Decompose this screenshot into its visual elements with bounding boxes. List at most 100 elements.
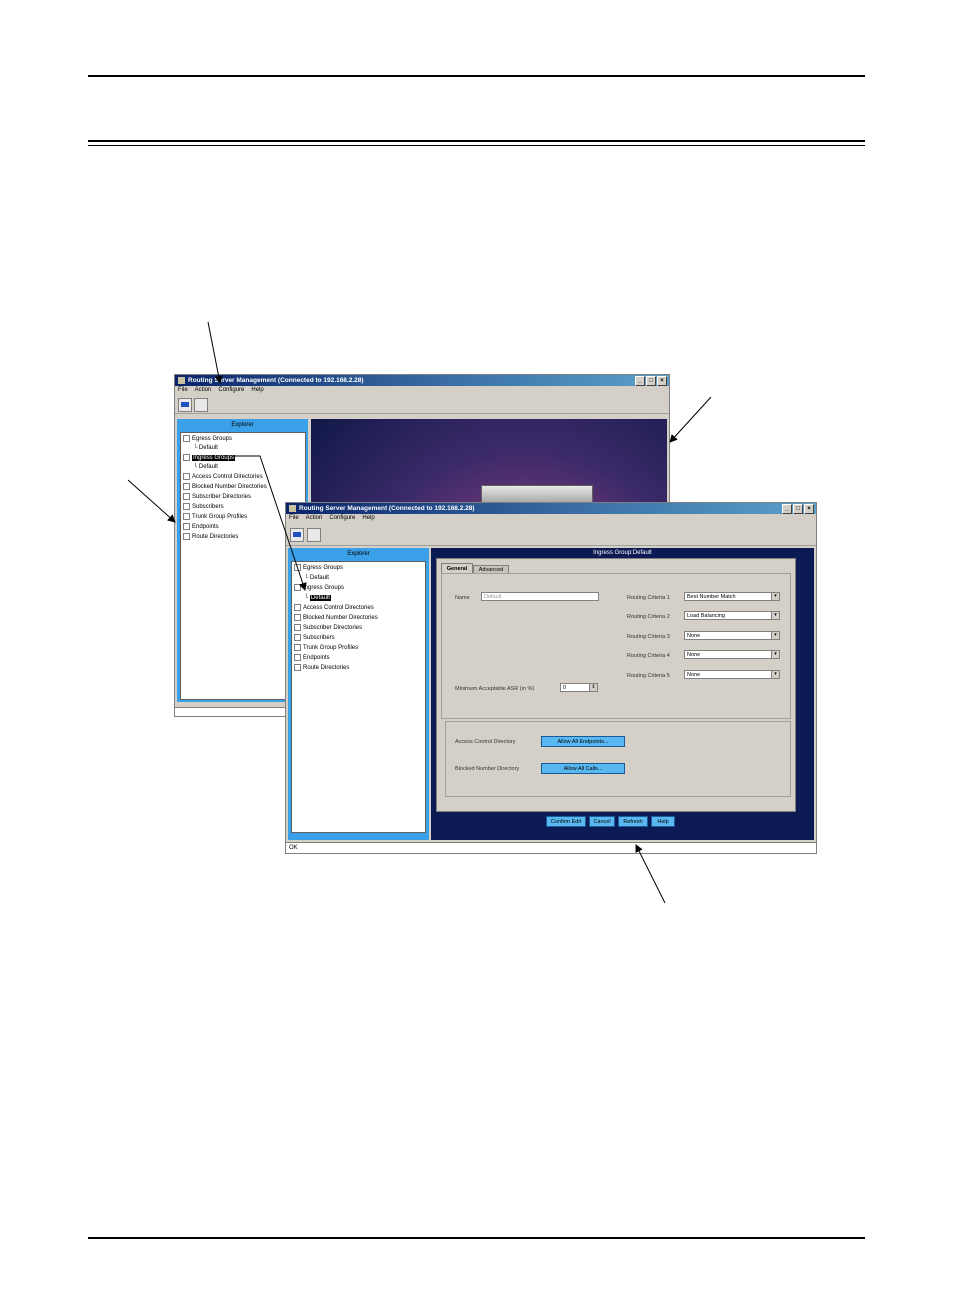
tree-item-ingress-default[interactable]: └ Default	[304, 594, 331, 602]
expand-icon[interactable]	[294, 634, 301, 641]
tree-item-subscribers[interactable]: Subscribers	[294, 634, 335, 642]
blocked-number-label: Blocked Number Directory	[455, 766, 520, 772]
spinner-arrows-icon[interactable]: ⇕	[589, 684, 597, 691]
confirm-edit-button[interactable]: Confirm Edit	[546, 816, 586, 827]
routing-criteria-4-select[interactable]: None ▾	[684, 650, 780, 659]
tree-item-subscriber-dirs[interactable]: Subscriber Directories	[183, 493, 251, 501]
routing-criteria-1-select[interactable]: Best Number Match ▾	[684, 592, 780, 601]
tree-item-ingress-groups[interactable]: Ingress Groups	[294, 584, 344, 592]
tree-item-egress-groups[interactable]: Egress Groups	[183, 435, 232, 443]
routing-criteria-2-label: Routing Criteria 2	[627, 614, 670, 620]
expand-icon[interactable]	[183, 523, 190, 530]
front-toolbar	[286, 523, 816, 546]
expand-icon[interactable]	[294, 564, 301, 571]
bottom-rule	[88, 1237, 865, 1239]
expand-icon[interactable]	[183, 513, 190, 520]
app-icon	[289, 505, 296, 512]
section-rule-thin	[88, 145, 865, 146]
tree-item-ingress-groups[interactable]: Ingress Groups	[183, 454, 236, 462]
front-titlebar: Routing Server Management (Connected to …	[286, 503, 816, 514]
tree-item-route-dirs[interactable]: Route Directories	[183, 533, 238, 541]
tree-item-access-control[interactable]: Access Control Directories	[183, 473, 263, 481]
tree-item-route-dirs[interactable]: Route Directories	[294, 664, 349, 672]
tree-item-blocked-number[interactable]: Blocked Number Directories	[294, 614, 378, 622]
app-icon	[178, 377, 185, 384]
tree-item-subscribers[interactable]: Subscribers	[183, 503, 224, 511]
back-explorer-title: Explorer	[231, 422, 254, 428]
asr-label: Minimum Acceptable ASR (in %)	[455, 686, 535, 692]
directories-group	[445, 721, 791, 797]
expand-icon[interactable]	[183, 483, 190, 490]
back-title: Routing Server Management (Connected to …	[188, 377, 364, 384]
expand-icon[interactable]	[183, 473, 190, 480]
arrow-to-content-area	[669, 396, 712, 443]
tree-item-blocked-number[interactable]: Blocked Number Directories	[183, 483, 267, 491]
expand-icon[interactable]	[294, 644, 301, 651]
chevron-down-icon: ▾	[771, 612, 779, 619]
disabled-tool-icon	[194, 398, 208, 412]
routing-criteria-5-label: Routing Criteria 5	[627, 673, 670, 679]
help-button[interactable]: Help	[651, 816, 675, 827]
expand-icon[interactable]	[294, 614, 301, 621]
close-button[interactable]: ×	[657, 376, 667, 386]
front-explorer: Explorer Egress Groups └ Default Ingress…	[288, 548, 429, 840]
maximize-button[interactable]: □	[646, 376, 656, 386]
routing-criteria-5-select[interactable]: None ▾	[684, 670, 780, 679]
cancel-button[interactable]: Cancel	[589, 816, 615, 827]
refresh-button[interactable]: Refresh	[618, 816, 648, 827]
allow-all-endpoints-button[interactable]: Allow All Endpoints...	[541, 736, 625, 747]
expand-icon[interactable]	[294, 624, 301, 631]
asr-spinner[interactable]: 0 ⇕	[560, 683, 598, 692]
tree-item-access-control[interactable]: Access Control Directories	[294, 604, 374, 612]
tree-item-egress-default[interactable]: └ Default	[193, 444, 218, 452]
menu-configure[interactable]: Configure	[218, 386, 244, 395]
allow-all-calls-button[interactable]: Allow All Calls...	[541, 763, 625, 774]
tree-item-egress-default[interactable]: └ Default	[304, 574, 329, 582]
expand-icon[interactable]	[294, 584, 301, 591]
minimize-button[interactable]: _	[635, 376, 645, 386]
back-menubar: File Action Configure Help	[175, 386, 669, 395]
expand-icon[interactable]	[183, 503, 190, 510]
maximize-button[interactable]: □	[793, 504, 803, 514]
section-rule-thick	[88, 140, 865, 142]
tree-item-egress-groups[interactable]: Egress Groups	[294, 564, 343, 572]
front-explorer-title: Explorer	[347, 551, 370, 557]
minimize-button[interactable]: _	[782, 504, 792, 514]
tree-item-subscriber-dirs[interactable]: Subscriber Directories	[294, 624, 362, 632]
close-button[interactable]: ×	[804, 504, 814, 514]
save-icon[interactable]	[178, 398, 192, 412]
tree-item-trunk-profiles[interactable]: Trunk Group Profiles	[294, 644, 358, 652]
menu-action[interactable]: Action	[306, 514, 323, 523]
tree-item-ingress-default[interactable]: └ Default	[193, 463, 218, 471]
expand-icon[interactable]	[183, 435, 190, 442]
routing-criteria-2-select[interactable]: Load Balancing ▾	[684, 611, 780, 620]
menu-help[interactable]: Help	[362, 514, 374, 523]
access-control-label: Access Control Directory	[455, 739, 516, 745]
routing-criteria-3-select[interactable]: None ▾	[684, 631, 780, 640]
front-window-buttons: _ □ ×	[782, 504, 814, 514]
save-icon[interactable]	[290, 528, 304, 542]
arrow-to-explorer-tree	[127, 479, 176, 523]
chevron-down-icon: ▾	[771, 632, 779, 639]
menu-help[interactable]: Help	[251, 386, 263, 395]
menu-action[interactable]: Action	[195, 386, 212, 395]
tree-item-endpoints[interactable]: Endpoints	[183, 523, 219, 531]
expand-icon[interactable]	[183, 493, 190, 500]
tree-item-endpoints[interactable]: Endpoints	[294, 654, 330, 662]
menu-file[interactable]: File	[289, 514, 299, 523]
tree-item-trunk-profiles[interactable]: Trunk Group Profiles	[183, 513, 247, 521]
routing-criteria-3-label: Routing Criteria 3	[627, 634, 670, 640]
expand-icon[interactable]	[294, 654, 301, 661]
name-field[interactable]: Default	[481, 592, 599, 601]
front-menubar: File Action Configure Help	[286, 514, 816, 523]
menu-file[interactable]: File	[178, 386, 188, 395]
action-buttons: Confirm Edit Cancel Refresh Help	[546, 816, 675, 827]
menu-configure[interactable]: Configure	[329, 514, 355, 523]
expand-icon[interactable]	[183, 533, 190, 540]
expand-icon[interactable]	[294, 604, 301, 611]
chevron-down-icon: ▾	[771, 593, 779, 600]
expand-icon[interactable]	[294, 664, 301, 671]
front-window: Routing Server Management (Connected to …	[285, 502, 817, 854]
back-window-buttons: _ □ ×	[635, 376, 667, 386]
expand-icon[interactable]	[183, 454, 190, 461]
